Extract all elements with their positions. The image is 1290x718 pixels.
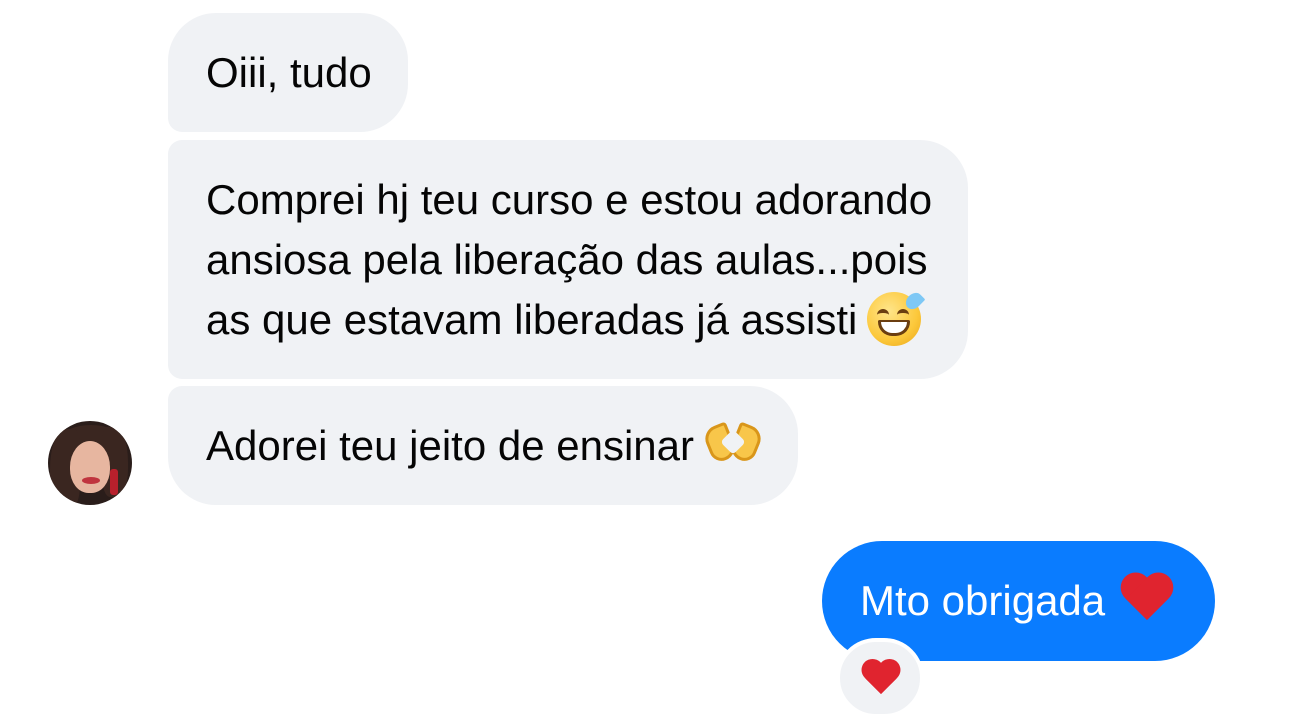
red-heart-icon xyxy=(1119,572,1175,624)
message-text: Mto obrigada xyxy=(860,577,1106,624)
incoming-message[interactable]: Adorei teu jeito de ensinar xyxy=(168,386,798,505)
message-text-line: as que estavam liberadas já assisti xyxy=(206,296,858,343)
heart-hands-icon xyxy=(701,419,765,467)
incoming-message[interactable]: Oiii, tudo xyxy=(168,13,408,132)
message-reaction[interactable] xyxy=(836,638,924,718)
red-heart-icon xyxy=(860,658,902,698)
message-text-line: Comprei hj teu curso e estou adorando xyxy=(206,176,933,223)
message-text-line: ansiosa pela liberação das aulas...pois xyxy=(206,236,928,283)
message-text: Oiii, tudo xyxy=(206,49,372,96)
message-text: Adorei teu jeito de ensinar xyxy=(206,422,694,469)
avatar[interactable] xyxy=(48,421,132,505)
sweat-smile-icon xyxy=(867,289,926,346)
incoming-message[interactable]: Comprei hj teu curso e estou adorando an… xyxy=(168,140,969,379)
